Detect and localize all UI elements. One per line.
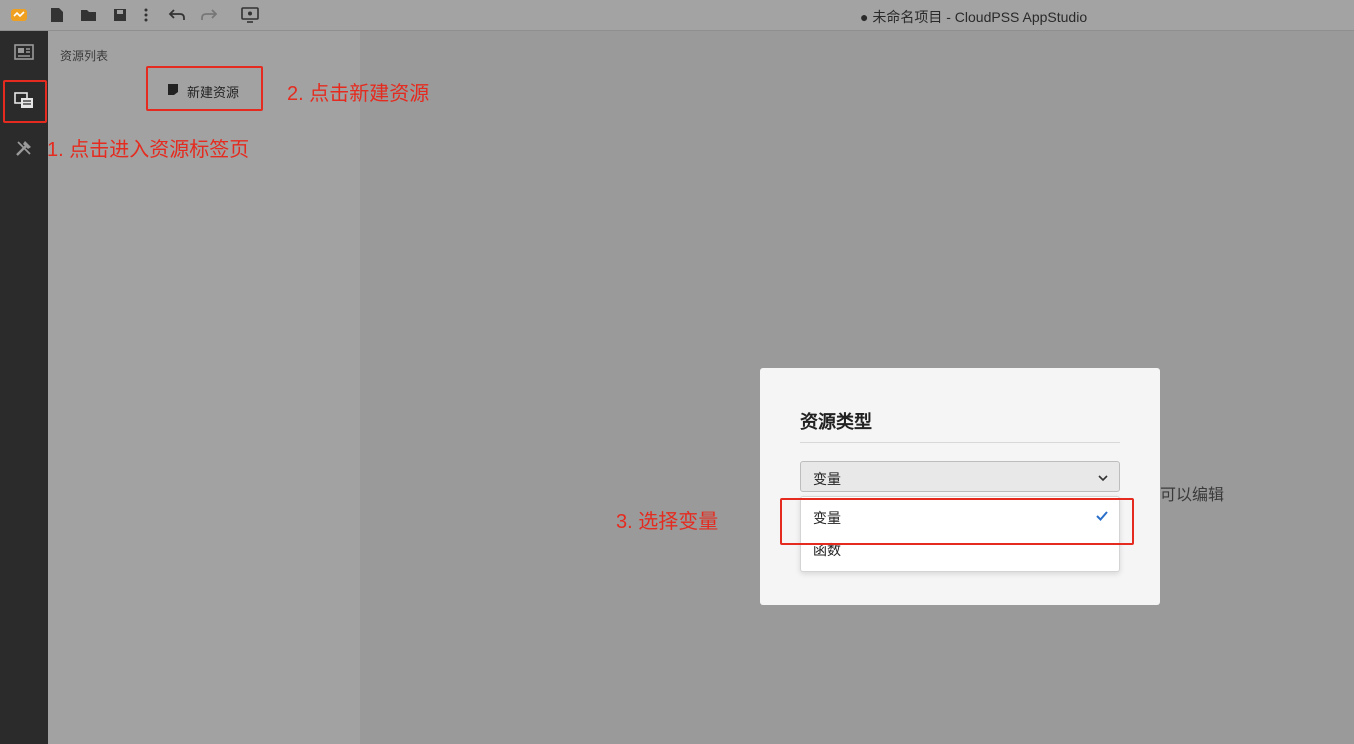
activity-tools-button[interactable]	[8, 134, 40, 166]
app-logo-icon	[10, 6, 28, 24]
layout-icon	[14, 43, 34, 65]
activity-layout-button[interactable]	[8, 38, 40, 70]
dialog-title: 资源类型	[800, 412, 872, 432]
tools-icon	[14, 138, 34, 163]
resource-type-select[interactable]: 变量	[800, 461, 1120, 492]
resource-type-dialog: 资源类型 变量 变量 函数	[760, 368, 1160, 605]
background-hint-text: 可以编辑	[1160, 487, 1225, 504]
annotation-box-step2	[146, 66, 263, 111]
annotation-step2: 2. 点击新建资源	[287, 83, 430, 105]
more-vertical-icon[interactable]	[137, 6, 155, 24]
new-file-icon[interactable]	[48, 6, 66, 24]
undo-icon[interactable]	[168, 6, 186, 24]
title-bar: ● 未命名项目 - CloudPSS AppStudio	[0, 0, 1354, 31]
window-title: ● 未命名项目 - CloudPSS AppStudio	[860, 9, 1088, 25]
open-folder-icon[interactable]	[80, 6, 98, 24]
activity-bar	[0, 31, 48, 744]
dialog-divider	[800, 442, 1120, 443]
preview-icon[interactable]	[241, 6, 259, 24]
select-value: 变量	[813, 471, 841, 487]
chevron-down-icon	[1097, 471, 1109, 483]
annotation-step3: 3. 选择变量	[616, 511, 719, 533]
redo-icon[interactable]	[200, 6, 218, 24]
annotation-step1: 1. 点击进入资源标签页	[47, 139, 250, 161]
annotation-box-step1	[3, 80, 47, 123]
annotation-box-step3	[780, 498, 1134, 545]
save-icon[interactable]	[111, 6, 129, 24]
panel-title: 资源列表	[60, 49, 109, 63]
